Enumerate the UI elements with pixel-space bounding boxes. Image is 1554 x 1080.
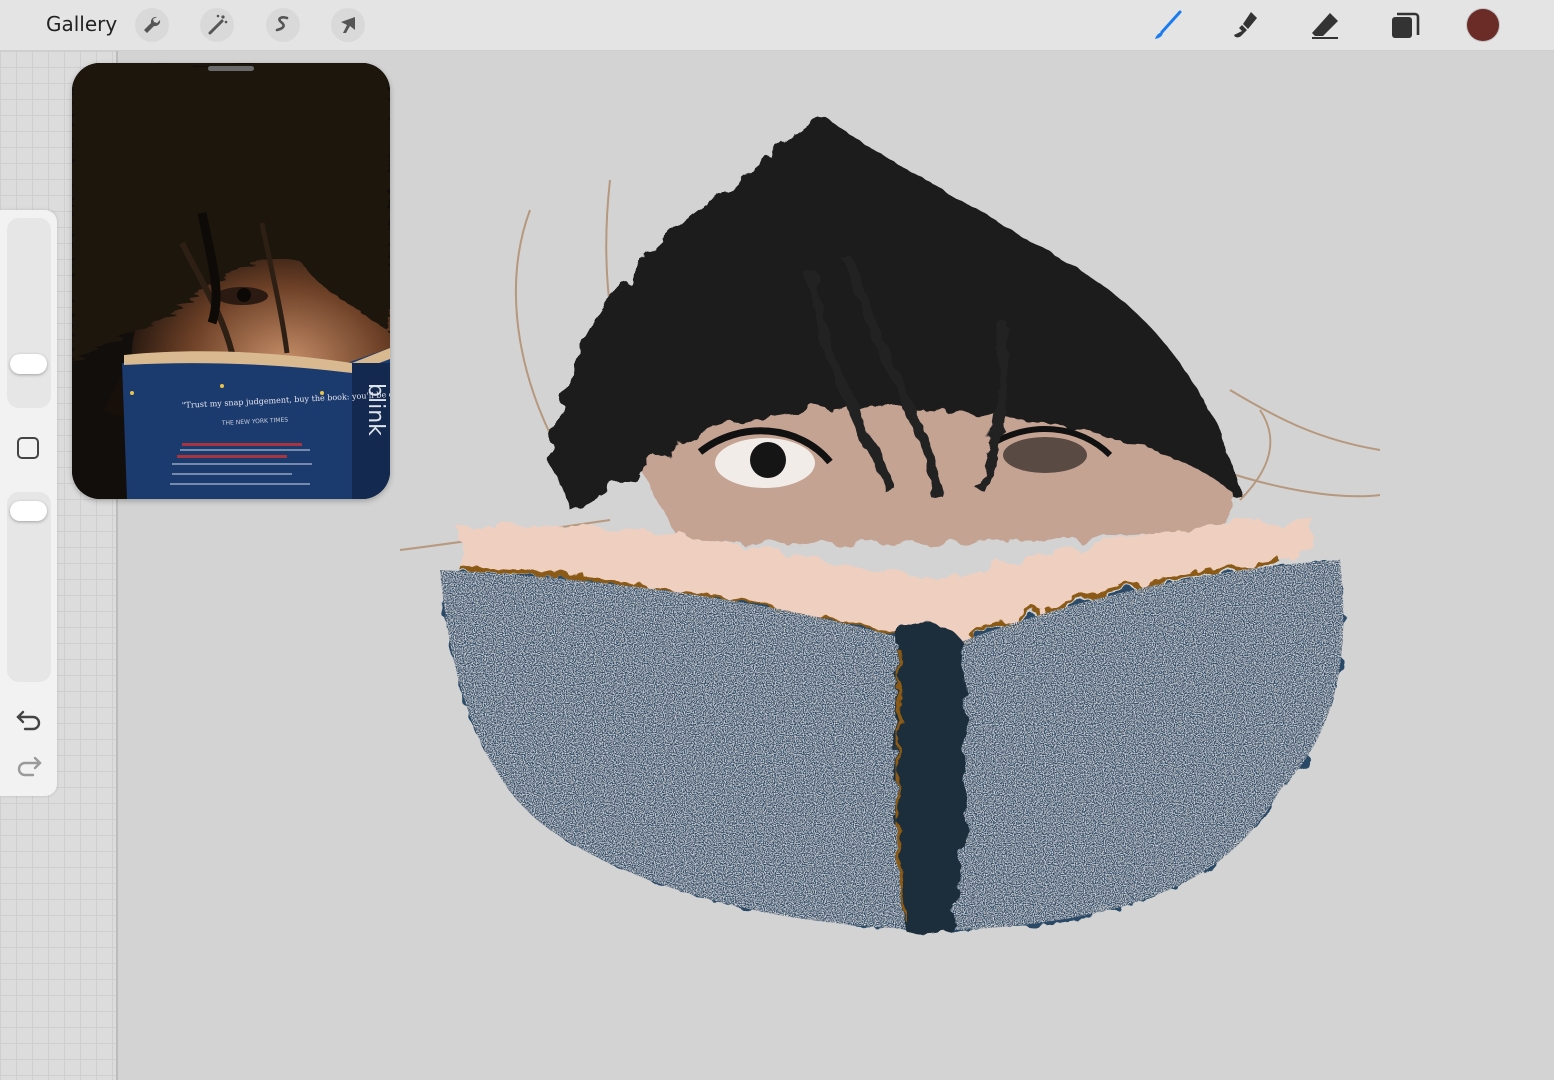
brush-icon[interactable] [1150,8,1184,42]
brush-size-slider[interactable] [7,218,51,408]
brush-size-thumb[interactable] [10,354,47,374]
gallery-button[interactable]: Gallery [46,12,117,36]
opacity-thumb[interactable] [10,500,47,521]
book-spine [894,623,967,934]
opacity-slider[interactable] [7,492,51,682]
magic-wand-icon[interactable] [200,8,234,42]
left-iris [750,442,786,478]
redo-icon[interactable] [14,751,44,781]
arrow-cursor-icon[interactable] [331,8,365,42]
reference-drag-handle[interactable] [208,66,254,71]
color-swatch[interactable] [1467,9,1499,41]
reference-window[interactable]: blink "Trust my snap judgement, buy the … [72,63,390,499]
eraser-icon[interactable] [1308,8,1342,42]
selection-s-icon[interactable] [266,8,300,42]
top-toolbar: Gallery [0,0,1554,51]
reference-photo: blink "Trust my snap judgement, buy the … [72,63,390,499]
sidebar [0,210,57,796]
right-eye [1003,437,1087,473]
square-icon[interactable] [17,437,39,459]
undo-icon[interactable] [14,705,44,735]
canvas-artwork[interactable] [380,90,1400,950]
wrench-icon[interactable] [135,8,169,42]
layers-icon[interactable] [1388,8,1422,42]
smudge-icon[interactable] [1229,8,1263,42]
